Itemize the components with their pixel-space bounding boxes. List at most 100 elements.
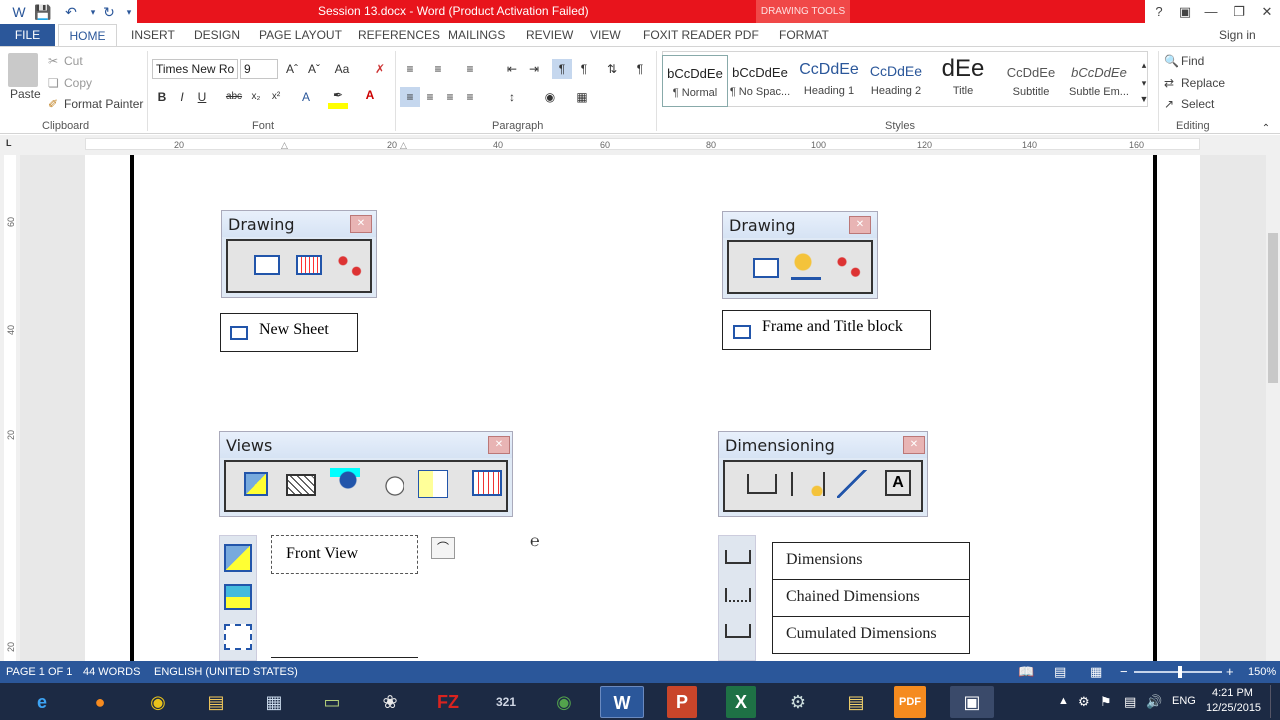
cut-icon[interactable]: ✂: [48, 54, 58, 68]
tab-view[interactable]: VIEW: [590, 28, 621, 42]
excel-icon[interactable]: X: [726, 686, 756, 718]
font-name-combo[interactable]: Times New Ro: [152, 59, 238, 79]
tab-page-layout[interactable]: PAGE LAYOUT: [259, 28, 342, 42]
tab-review[interactable]: REVIEW: [526, 28, 573, 42]
align-left-icon[interactable]: ≡: [400, 87, 420, 107]
tray-app-icon[interactable]: ⚙: [1078, 694, 1090, 710]
text-highlight-icon[interactable]: ✒: [328, 85, 348, 105]
tray-expand-icon[interactable]: ▲: [1058, 695, 1069, 707]
select-button[interactable]: Select: [1181, 97, 1214, 111]
chrome-icon[interactable]: ◉: [136, 686, 180, 718]
calendar-icon[interactable]: 321: [484, 686, 528, 718]
tab-insert[interactable]: INSERT: [131, 28, 175, 42]
multilevel-list-icon[interactable]: ≡: [460, 59, 480, 79]
tab-home[interactable]: HOME: [58, 24, 117, 47]
layout-options-icon[interactable]: ⌒: [431, 537, 455, 559]
select-icon[interactable]: ↗: [1164, 97, 1174, 111]
sticky-notes-icon[interactable]: ▭: [310, 686, 354, 718]
line-spacing-icon[interactable]: ↕: [502, 87, 522, 107]
format-painter-button[interactable]: Format Painter: [64, 97, 143, 111]
network-tool-icon[interactable]: ⚙: [776, 686, 820, 718]
italic-icon[interactable]: I: [172, 87, 192, 107]
indent-marker-icon[interactable]: △: [281, 140, 288, 151]
zoom-in-icon[interactable]: +: [1226, 664, 1234, 679]
style-subtle-emphasis[interactable]: bCcDdEe Subtle Em...: [1066, 55, 1132, 107]
undo-icon[interactable]: ↶: [62, 3, 80, 21]
format-painter-icon[interactable]: ✐: [48, 97, 58, 111]
network-icon[interactable]: ▤: [1124, 694, 1136, 710]
styles-up-icon[interactable]: ▴: [1134, 55, 1154, 75]
horizontal-ruler[interactable]: L 20 △ 20 △ 40 60 80 100 120 140 160: [0, 135, 1280, 155]
ribbon-display-options-icon[interactable]: ▣: [1174, 2, 1196, 22]
grow-font-icon[interactable]: Aˆ: [282, 59, 302, 79]
tab-mailings[interactable]: MAILINGS: [448, 28, 505, 42]
rtl-icon[interactable]: ¶: [574, 59, 594, 79]
input-language[interactable]: ENG: [1172, 695, 1196, 707]
word-icon[interactable]: W: [600, 686, 644, 718]
find-icon[interactable]: 🔍: [1164, 54, 1179, 68]
clock-date[interactable]: 12/25/2015: [1206, 702, 1261, 714]
right-indent-marker-icon[interactable]: △: [400, 140, 407, 151]
paste-icon[interactable]: [8, 53, 38, 87]
folder-icon[interactable]: ▤: [834, 686, 878, 718]
pdf-tool-icon[interactable]: PDF: [894, 686, 926, 718]
align-right-icon[interactable]: ≡: [440, 87, 460, 107]
shading-icon[interactable]: ◉: [540, 87, 560, 107]
strikethrough-icon[interactable]: abc: [224, 87, 244, 107]
tab-design[interactable]: DESIGN: [194, 28, 240, 42]
ltr-icon[interactable]: ¶: [552, 59, 572, 79]
subscript-icon[interactable]: x₂: [246, 87, 266, 107]
center-icon[interactable]: ≡: [420, 87, 440, 107]
tab-references[interactable]: REFERENCES: [358, 28, 440, 42]
filezilla-icon[interactable]: FZ: [426, 686, 470, 718]
zoom-out-icon[interactable]: −: [1120, 664, 1128, 679]
shrink-font-icon[interactable]: Aˇ: [304, 59, 324, 79]
sign-in-link[interactable]: Sign in: [1219, 28, 1256, 42]
justify-icon[interactable]: ≡: [460, 87, 480, 107]
replace-button[interactable]: Replace: [1181, 76, 1225, 90]
vertical-scrollbar[interactable]: [1266, 155, 1280, 661]
screen-recorder-icon[interactable]: ▣: [950, 686, 994, 718]
print-layout-icon[interactable]: ▤: [1054, 664, 1066, 680]
styles-more-icon[interactable]: ▼: [1134, 89, 1154, 109]
borders-icon[interactable]: ▦: [572, 87, 592, 107]
internet-explorer-icon[interactable]: e: [20, 686, 64, 718]
web-layout-icon[interactable]: ▦: [1090, 664, 1102, 680]
underline-icon[interactable]: U: [192, 87, 212, 107]
save-icon[interactable]: 💾: [34, 3, 52, 21]
find-button[interactable]: Find: [1181, 54, 1204, 68]
file-explorer-icon[interactable]: ▤: [194, 686, 238, 718]
tab-file[interactable]: FILE: [0, 24, 55, 46]
style-subtitle[interactable]: CcDdEe Subtitle: [998, 55, 1064, 107]
style-heading-1[interactable]: CcDdEe Heading 1: [796, 55, 862, 107]
scrollbar-thumb[interactable]: [1268, 233, 1278, 383]
show-hide-icon[interactable]: ¶: [630, 59, 650, 79]
copy-button[interactable]: Copy: [64, 76, 92, 90]
volume-icon[interactable]: 🔊: [1146, 694, 1162, 710]
minimize-icon[interactable]: —: [1200, 2, 1222, 22]
superscript-icon[interactable]: x²: [266, 87, 286, 107]
paint-icon[interactable]: ❀: [368, 686, 412, 718]
change-case-icon[interactable]: Aa: [332, 59, 352, 79]
calculator-icon[interactable]: ▦: [252, 686, 296, 718]
style-normal[interactable]: bCcDdEe ¶ Normal: [662, 55, 728, 107]
paste-button[interactable]: Paste: [10, 87, 41, 101]
increase-indent-icon[interactable]: ⇥: [524, 59, 544, 79]
tab-selector-icon[interactable]: L: [6, 138, 12, 148]
close-icon[interactable]: ✕: [1256, 2, 1278, 22]
clear-formatting-icon[interactable]: ✗: [370, 59, 390, 79]
sort-icon[interactable]: ⇅: [602, 59, 622, 79]
copy-icon[interactable]: ❏: [48, 76, 59, 90]
style-title[interactable]: dEe Title: [930, 55, 996, 107]
help-button[interactable]: ?: [1148, 2, 1170, 22]
text-effects-icon[interactable]: A: [296, 87, 316, 107]
vertical-ruler[interactable]: 60 40 20 20: [0, 155, 20, 661]
document-page[interactable]: Drawing ✕ New Sheet Drawing ✕ Frame and …: [85, 155, 1200, 661]
read-mode-icon[interactable]: 📖: [1018, 664, 1034, 680]
style-no-spacing[interactable]: bCcDdEe ¶ No Spac...: [727, 55, 793, 107]
bullets-icon[interactable]: ≡: [400, 59, 420, 79]
bold-icon[interactable]: B: [152, 87, 172, 107]
tab-format[interactable]: FORMAT: [779, 28, 829, 42]
numbering-icon[interactable]: ≡: [428, 59, 448, 79]
zoom-level[interactable]: 150%: [1248, 666, 1276, 678]
